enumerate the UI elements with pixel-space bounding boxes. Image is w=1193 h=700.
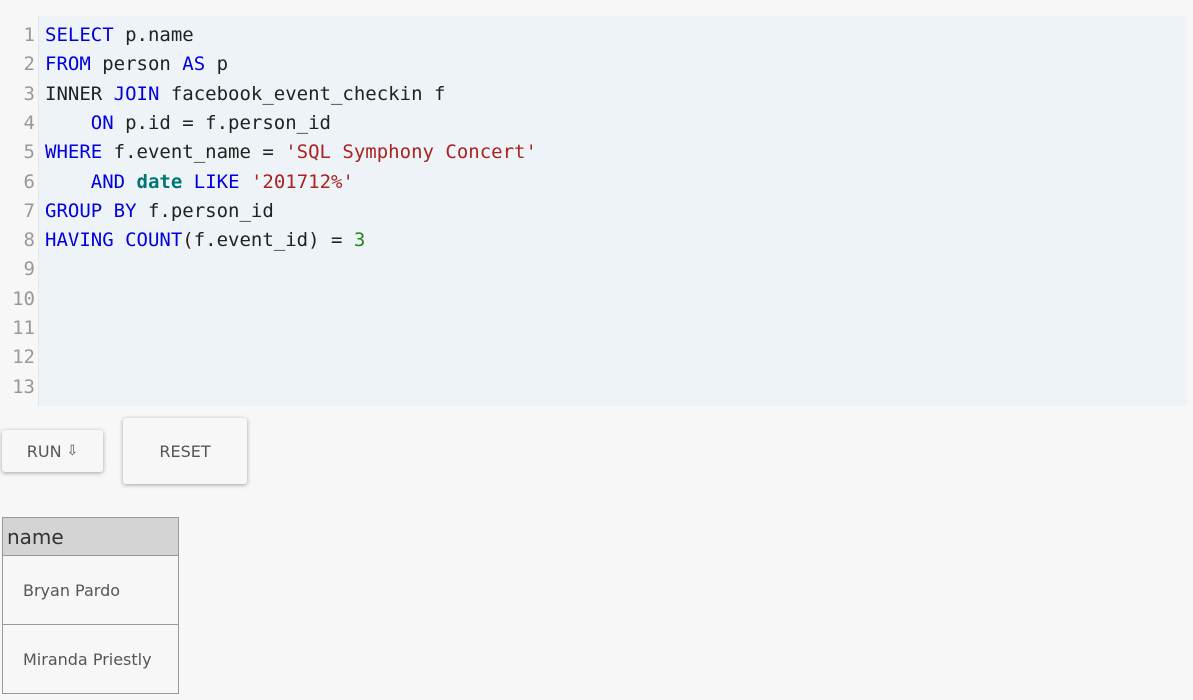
code-token: LIKE [193, 170, 240, 193]
table-row: Bryan Pardo [2, 555, 179, 625]
code-text[interactable]: INNER JOIN facebook_event_checkin f [45, 80, 445, 109]
code-text[interactable]: HAVING COUNT(f.event_id) = 3 [45, 226, 365, 255]
column-header-name: name [2, 517, 179, 556]
line-number: 12 [12, 346, 35, 369]
code-token: person [90, 53, 183, 76]
line-number: 5 [23, 141, 35, 164]
code-text[interactable]: WHERE f.event_name = 'SQL Symphony Conce… [45, 138, 537, 167]
line-number: 4 [23, 111, 35, 134]
code-token: FROM [45, 53, 91, 76]
results-table: name Bryan Pardo Miranda Priestly [2, 517, 179, 694]
code-token: f.event_name = [102, 141, 286, 164]
table-row: Miranda Priestly [2, 624, 179, 694]
code-text[interactable]: GROUP BY f.person_id [45, 197, 274, 226]
code-token: 3 [353, 229, 366, 252]
code-token: INNER [45, 82, 114, 105]
code-token: 'SQL Symphony Concert' [285, 141, 537, 164]
code-token: p.id = f.person_id [113, 111, 331, 134]
code-token: (f.event_id) = [182, 229, 354, 252]
line-number: 8 [23, 229, 35, 252]
reset-button[interactable]: RESET [123, 418, 247, 484]
results-header-row: name [2, 517, 179, 556]
code-text[interactable]: FROM person AS p [45, 50, 228, 79]
code-token: JOIN [113, 82, 160, 105]
code-token: WHERE [45, 141, 103, 164]
code-token: GROUP BY [45, 199, 137, 222]
run-down-arrow-icon: ⇩ [66, 443, 79, 459]
table-cell-name: Miranda Priestly [2, 624, 179, 694]
code-token: COUNT [125, 229, 183, 252]
code-token: ON [90, 111, 114, 134]
code-token: '201712%' [250, 170, 354, 193]
code-token: p.name [113, 24, 194, 46]
line-number: 10 [12, 287, 35, 310]
sql-editor[interactable]: 1 SELECT p.name 2 FROM person AS p 3 INNER JO… [0, 16, 1187, 406]
table-cell-name: Bryan Pardo [2, 555, 179, 625]
code-token: p [205, 53, 229, 76]
line-number: 7 [23, 199, 35, 222]
line-number: 2 [23, 53, 35, 76]
reset-button-label: RESET [159, 441, 211, 461]
code-text[interactable]: ON p.id = f.person_id [45, 109, 331, 138]
code-token: facebook_event_checkin f [159, 82, 446, 105]
run-button-label: RUN [26, 441, 62, 461]
line-number: 9 [23, 258, 35, 281]
line-number: 1 [23, 24, 35, 46]
line-number: 13 [12, 375, 35, 398]
code-text[interactable]: AND date LIKE '201712%' [45, 168, 354, 197]
code-token: f.person_id [136, 199, 274, 222]
code-token: AS [182, 53, 206, 76]
code-token: HAVING [45, 229, 114, 252]
line-number: 6 [23, 170, 35, 193]
line-number: 11 [12, 317, 35, 339]
line-number: 3 [23, 82, 35, 105]
code-token: SELECT [45, 24, 114, 46]
code-token: AND [90, 170, 126, 193]
code-token: date [136, 170, 183, 193]
run-button[interactable]: RUN ⇩ [2, 430, 103, 472]
code-text[interactable]: SELECT p.name [45, 21, 194, 50]
